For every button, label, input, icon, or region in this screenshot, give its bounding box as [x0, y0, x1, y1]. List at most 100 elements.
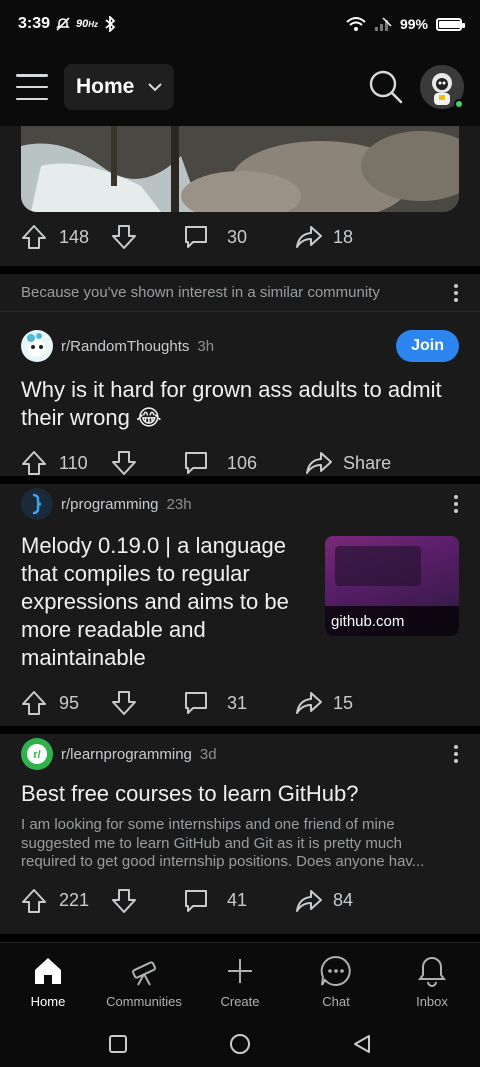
comment-icon [185, 889, 207, 912]
comment-count: 106 [227, 452, 258, 473]
share-count: 18 [333, 226, 354, 247]
upvote-icon[interactable] [21, 888, 47, 914]
battery-icon [436, 17, 465, 31]
post-age: 3h [197, 337, 215, 355]
post-image[interactable] [21, 126, 459, 212]
upvote-count: 221 [59, 890, 90, 910]
post-card[interactable]: 148 30 18 [0, 126, 480, 266]
comment-count: 30 [227, 226, 248, 247]
post-card[interactable]: r/ r/learnprogramming 3d Best free cours… [0, 734, 480, 934]
upvote-count: 148 [59, 226, 90, 247]
post-title[interactable]: Melody 0.19.0 | a language that compiles… [21, 532, 315, 672]
nav-create[interactable]: Create [192, 943, 288, 1020]
feed-selector[interactable]: Home [64, 64, 175, 110]
comment-count: 31 [227, 692, 248, 713]
feed[interactable]: 148 30 18 Because you've shown interest … [0, 126, 480, 934]
signal-icon [374, 17, 392, 31]
subreddit-avatar[interactable] [21, 330, 53, 362]
post-title[interactable]: Why is it hard for grown ass adults to a… [21, 376, 459, 432]
refresh-rate: 90Hz [76, 18, 99, 30]
mute-icon [56, 17, 70, 31]
join-button[interactable]: Join [396, 330, 459, 362]
upvote-icon[interactable] [21, 690, 47, 716]
subreddit-name[interactable]: r/RandomThoughts [61, 338, 189, 355]
comments-button[interactable]: 30 [183, 224, 247, 250]
link-thumbnail[interactable]: github.com [325, 536, 459, 636]
rocks-image-icon [21, 126, 459, 212]
comment-count: 41 [227, 890, 248, 910]
share-button[interactable]: 15 [295, 690, 353, 716]
comments-button[interactable]: 106 [183, 450, 257, 476]
post-age: 23h [166, 495, 192, 513]
plus-icon [228, 959, 252, 983]
share-icon [296, 226, 323, 248]
chevron-down-icon [148, 82, 163, 91]
share-icon [306, 452, 333, 474]
post-title[interactable]: Best free courses to learn GitHub? [21, 780, 459, 808]
nav-chat[interactable]: Chat [288, 943, 384, 1020]
nav-communities[interactable]: Communities [96, 943, 192, 1020]
post-age: 3d [199, 745, 217, 763]
post-actions: 221 41 84 [21, 876, 459, 926]
share-count: 84 [333, 890, 354, 910]
recents-icon[interactable] [107, 1033, 129, 1055]
nav-home[interactable]: Home [0, 943, 96, 1020]
recommendation-text: Because you've shown interest in a simil… [21, 284, 380, 301]
nav-inbox[interactable]: Inbox [384, 943, 480, 1020]
nav-home-label: Home [30, 994, 66, 1009]
back-icon[interactable] [351, 1033, 373, 1055]
search-icon[interactable] [368, 69, 404, 105]
thought-bubble-icon [27, 333, 46, 357]
bluetooth-icon [105, 16, 116, 32]
downvote-icon[interactable] [111, 224, 137, 250]
post-actions: 110 106 Share [21, 438, 459, 488]
link-domain: github.com [325, 606, 459, 636]
status-time: 3:39 [18, 15, 51, 32]
post-card[interactable]: r/programming 23h Melody 0.19.0 | a lang… [0, 484, 480, 726]
comments-button[interactable]: 41 [183, 888, 247, 914]
chat-icon [320, 955, 351, 986]
wifi-icon [346, 17, 366, 31]
home-icon [35, 958, 61, 984]
upvote-count: 110 [59, 452, 88, 473]
top-bar: Home [0, 48, 480, 126]
post-header: r/ r/learnprogramming 3d [21, 734, 459, 774]
downvote-icon[interactable] [111, 450, 137, 476]
subreddit-name[interactable]: r/learnprogramming [61, 746, 192, 763]
comment-icon [185, 226, 207, 248]
status-bar: 3:39 90Hz 99% [0, 0, 480, 48]
post-actions: 95 31 15 [21, 678, 459, 728]
share-button[interactable]: 18 [295, 224, 353, 250]
upvote-count: 95 [59, 692, 80, 713]
menu-icon[interactable] [16, 74, 48, 100]
downvote-icon[interactable] [111, 888, 137, 914]
recommendation-reason: Because you've shown interest in a simil… [0, 274, 480, 312]
share-button[interactable]: Share [305, 450, 391, 476]
subreddit-avatar[interactable] [21, 488, 53, 520]
more-options-icon[interactable] [453, 745, 459, 763]
post-body-preview[interactable]: I am looking for some internships and on… [21, 816, 459, 872]
learnprogramming-icon: r/ [27, 744, 47, 764]
more-options-icon[interactable] [453, 495, 459, 513]
feed-selector-label: Home [76, 75, 135, 98]
comments-button[interactable]: 31 [183, 690, 247, 716]
nav-inbox-label: Inbox [416, 994, 448, 1009]
system-navigation [0, 1020, 480, 1067]
more-options-icon[interactable] [453, 283, 459, 302]
subreddit-name[interactable]: r/programming [61, 496, 159, 513]
subreddit-avatar[interactable]: r/ [21, 738, 53, 770]
home-circle-icon[interactable] [229, 1033, 251, 1055]
downvote-icon[interactable] [111, 690, 137, 716]
share-label: Share [343, 452, 392, 473]
avatar[interactable] [420, 65, 464, 109]
post-card[interactable]: Because you've shown interest in a simil… [0, 274, 480, 476]
share-button[interactable]: 84 [295, 888, 353, 914]
svg-text:r/: r/ [33, 749, 40, 761]
post-actions: 148 30 18 [21, 212, 459, 262]
share-icon [296, 692, 323, 714]
battery-percent: 99% [399, 16, 428, 32]
post-header: r/programming 23h [21, 484, 459, 524]
telescope-icon [131, 961, 157, 986]
upvote-icon[interactable] [21, 450, 47, 476]
upvote-icon[interactable] [21, 224, 47, 250]
